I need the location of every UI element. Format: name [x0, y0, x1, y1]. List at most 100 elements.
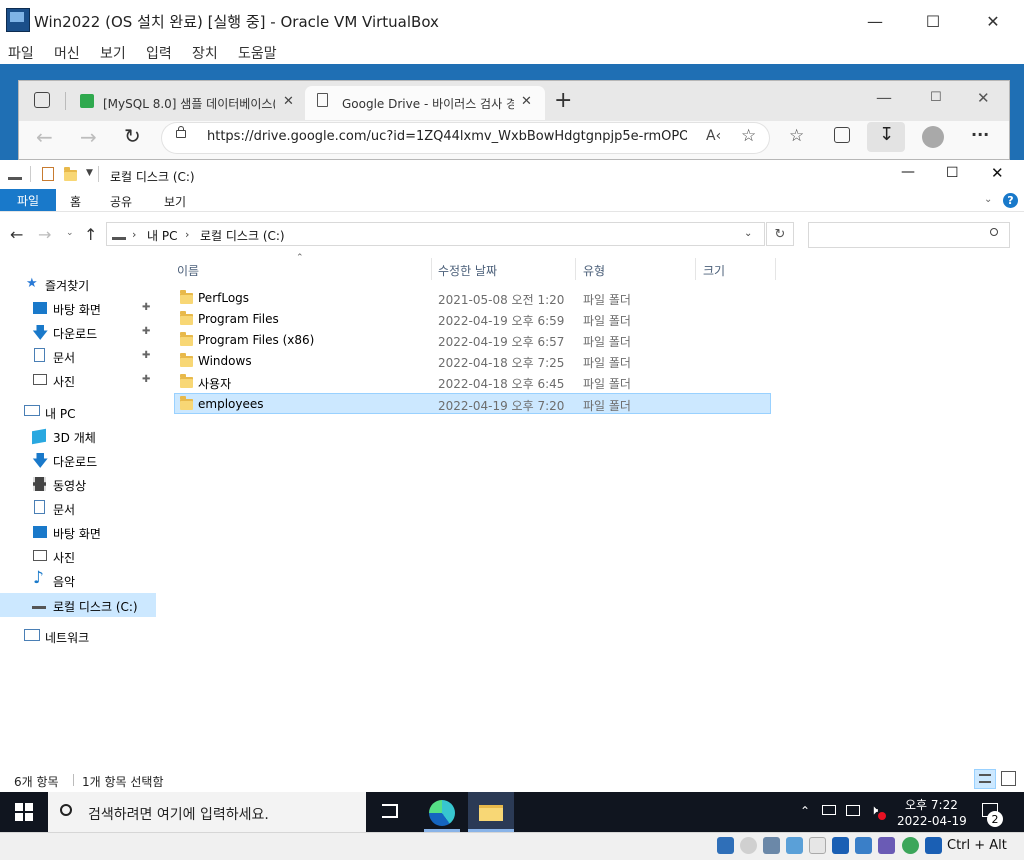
file-name[interactable]: employees: [198, 397, 263, 411]
column-header-size[interactable]: 크기: [703, 262, 725, 279]
breadcrumb-separator-icon[interactable]: ›: [185, 228, 189, 241]
tab-actions-icon[interactable]: [34, 92, 50, 108]
edge-icon[interactable]: [429, 800, 455, 826]
breadcrumb-pc[interactable]: 내 PC: [147, 227, 177, 244]
audio-icon[interactable]: [763, 837, 780, 854]
cpu-icon[interactable]: [902, 837, 919, 854]
properties-icon[interactable]: [42, 167, 54, 181]
add-favorite-icon[interactable]: ☆: [741, 126, 756, 146]
new-tab-icon[interactable]: +: [554, 88, 572, 113]
forward-arrow-icon[interactable]: →: [38, 225, 51, 244]
shared-folder-icon[interactable]: [832, 837, 849, 854]
video-capture-icon[interactable]: [878, 837, 895, 854]
pin-icon[interactable]: ✚: [142, 374, 150, 385]
network-adapter-icon[interactable]: [786, 837, 803, 854]
nav-videos[interactable]: 동영상: [53, 477, 86, 494]
nav-local-disk[interactable]: 로컬 디스크 (C:): [53, 598, 138, 615]
edge-close-button[interactable]: ✕: [977, 89, 990, 107]
keyboard-icon[interactable]: [822, 805, 836, 815]
explorer-minimize-button[interactable]: —: [901, 164, 915, 180]
nav-documents[interactable]: 문서: [53, 349, 75, 366]
optical-drive-icon[interactable]: [740, 837, 757, 854]
expand-ribbon-icon[interactable]: ⌄: [984, 194, 992, 205]
edge-maximize-button[interactable]: ☐: [930, 90, 942, 105]
show-hidden-icons-icon[interactable]: ⌃: [800, 804, 810, 818]
nav-downloads[interactable]: 다운로드: [53, 325, 97, 342]
menu-help[interactable]: 도움말: [238, 43, 277, 63]
column-divider[interactable]: [431, 258, 432, 280]
profile-avatar[interactable]: [922, 126, 944, 148]
file-name[interactable]: Windows: [198, 354, 252, 368]
menu-input[interactable]: 입력: [146, 43, 172, 63]
more-icon[interactable]: ···: [971, 125, 989, 144]
file-name[interactable]: Program Files: [198, 312, 279, 326]
clock-date[interactable]: 2022-04-19: [897, 814, 967, 828]
breadcrumb-drive[interactable]: 로컬 디스크 (C:): [200, 227, 285, 244]
network-icon[interactable]: [846, 805, 860, 816]
task-view-icon[interactable]: [382, 804, 398, 818]
breadcrumb-separator-icon[interactable]: ›: [132, 228, 136, 241]
ribbon-tab-view[interactable]: 보기: [164, 193, 186, 210]
display-icon[interactable]: [855, 837, 872, 854]
up-arrow-icon[interactable]: ↑: [84, 225, 97, 244]
customize-toolbar-icon[interactable]: ▼: [86, 168, 93, 178]
nav-pc-documents[interactable]: 문서: [53, 501, 75, 518]
volume-muted-icon[interactable]: 🕨: [870, 803, 878, 818]
start-icon[interactable]: [15, 803, 23, 811]
help-icon[interactable]: ?: [1003, 193, 1018, 208]
url-text[interactable]: https://drive.google.com/uc?id=1ZQ44lxmv…: [207, 129, 687, 144]
edge-minimize-button[interactable]: —: [876, 88, 892, 107]
favorites-icon[interactable]: ☆: [789, 126, 804, 146]
column-header-name[interactable]: 이름: [177, 262, 199, 279]
address-dropdown-icon[interactable]: ⌄: [744, 228, 752, 239]
mouse-integration-icon[interactable]: [925, 837, 942, 854]
ribbon-tab-home[interactable]: 홈: [70, 193, 81, 210]
explorer-maximize-button[interactable]: ☐: [946, 165, 959, 181]
usb-icon[interactable]: [809, 837, 826, 854]
back-arrow-icon[interactable]: ←: [10, 225, 23, 244]
close-tab-icon[interactable]: ✕: [283, 94, 294, 109]
menu-devices[interactable]: 장치: [192, 43, 218, 63]
file-name[interactable]: Program Files (x86): [198, 333, 314, 347]
menu-file[interactable]: 파일: [8, 43, 34, 63]
minimize-button[interactable]: —: [852, 8, 898, 34]
pin-icon[interactable]: ✚: [142, 326, 150, 337]
search-input[interactable]: [808, 222, 1010, 248]
ribbon-tab-file[interactable]: 파일: [0, 189, 56, 211]
hard-disk-icon[interactable]: [717, 837, 734, 854]
pin-icon[interactable]: ✚: [142, 350, 150, 361]
nav-quick-access[interactable]: 즐겨찾기: [45, 277, 89, 294]
close-button[interactable]: ✕: [970, 8, 1016, 34]
collections-icon[interactable]: [834, 127, 850, 143]
nav-pc-downloads[interactable]: 다운로드: [53, 453, 97, 470]
column-header-modified[interactable]: 수정한 날짜: [438, 262, 497, 279]
refresh-button[interactable]: ↻: [766, 222, 794, 246]
explorer-close-button[interactable]: ✕: [991, 164, 1004, 182]
lock-icon[interactable]: [176, 130, 186, 138]
nav-pictures[interactable]: 사진: [53, 373, 75, 390]
column-divider[interactable]: [695, 258, 696, 280]
file-name[interactable]: 사용자: [198, 375, 231, 392]
nav-music[interactable]: 음악: [53, 573, 75, 590]
column-divider[interactable]: [775, 258, 776, 280]
ribbon-tab-share[interactable]: 공유: [110, 193, 132, 210]
read-aloud-icon[interactable]: A‹: [706, 128, 721, 144]
nav-pc-pictures[interactable]: 사진: [53, 549, 75, 566]
nav-pc-desktop[interactable]: 바탕 화면: [53, 525, 101, 542]
menu-view[interactable]: 보기: [100, 43, 126, 63]
back-icon[interactable]: ←: [36, 125, 53, 149]
file-name[interactable]: PerfLogs: [198, 291, 249, 305]
maximize-button[interactable]: ☐: [910, 8, 956, 34]
forward-icon[interactable]: →: [80, 125, 97, 149]
column-header-type[interactable]: 유형: [583, 262, 605, 279]
close-tab-icon[interactable]: ✕: [521, 94, 532, 109]
host-key[interactable]: Ctrl + Alt: [947, 838, 1007, 853]
nav-3d-objects[interactable]: 3D 개체: [53, 429, 96, 446]
large-icons-view-button[interactable]: [1001, 771, 1016, 786]
nav-this-pc[interactable]: 내 PC: [45, 405, 75, 422]
taskbar-search-placeholder[interactable]: 검색하려면 여기에 입력하세요.: [88, 804, 269, 824]
recent-locations-icon[interactable]: ⌄: [66, 228, 74, 238]
clock-time[interactable]: 오후 7:22: [905, 796, 958, 813]
menu-machine[interactable]: 머신: [54, 43, 80, 63]
nav-desktop[interactable]: 바탕 화면: [53, 301, 101, 318]
